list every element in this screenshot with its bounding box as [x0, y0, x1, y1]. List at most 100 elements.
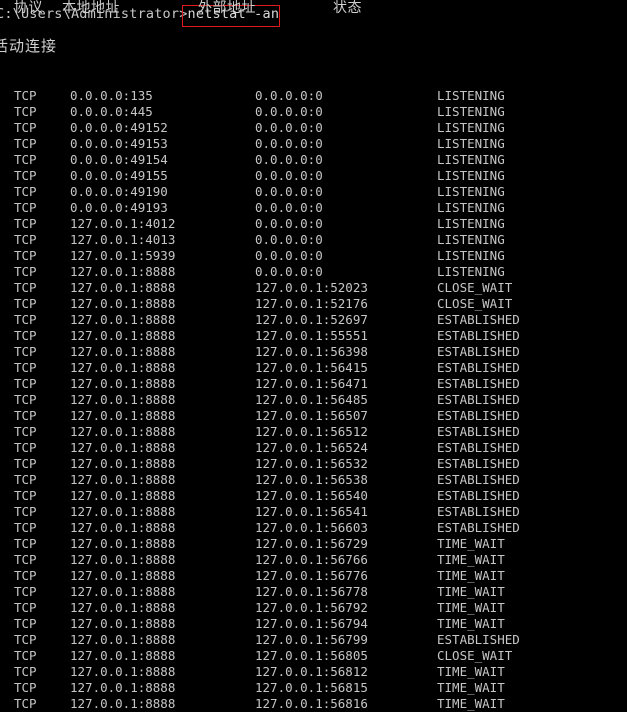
table-row: TCP 127.0.0.1:8888 127.0.0.1:56792 TIME_WAI… [0, 600, 627, 616]
table-row: TCP 127.0.0.1:8888 127.0.0.1:56541 ESTABLIS… [0, 504, 627, 520]
cell-state: TIME_WAIT [437, 552, 505, 567]
cell-state: ESTABLISHED [437, 392, 520, 407]
cell-foreign-address: 127.0.0.1:56603 [255, 520, 368, 535]
cell-protocol: TCP [14, 424, 37, 439]
table-row: TCP 127.0.0.1:8888 127.0.0.1:56524 ESTABLIS… [0, 440, 627, 456]
cell-protocol: TCP [14, 296, 37, 311]
cell-foreign-address: 127.0.0.1:56507 [255, 408, 368, 423]
cell-state: ESTABLISHED [437, 376, 520, 391]
cell-local-address: 127.0.0.1:8888 [70, 408, 176, 423]
cell-protocol: TCP [14, 216, 37, 231]
table-row: TCP 0.0.0.0:49155 0.0.0.0:0 LISTENING [0, 168, 627, 184]
cell-foreign-address: 127.0.0.1:52176 [255, 296, 368, 311]
table-row: TCP 127.0.0.1:5939 0.0.0.0:0 LISTENING [0, 248, 627, 264]
cell-protocol: TCP [14, 616, 37, 631]
cell-state: CLOSE_WAIT [437, 280, 513, 295]
table-row: TCP 127.0.0.1:8888 127.0.0.1:56540 ESTABLIS… [0, 488, 627, 504]
table-row: TCP 127.0.0.1:8888 127.0.0.1:56776 TIME_WAI… [0, 568, 627, 584]
cell-protocol: TCP [14, 456, 37, 471]
cell-local-address: 127.0.0.1:8888 [70, 520, 176, 535]
cell-local-address: 127.0.0.1:8888 [70, 360, 176, 375]
cell-state: ESTABLISHED [437, 488, 520, 503]
cell-local-address: 127.0.0.1:8888 [70, 456, 176, 471]
cell-foreign-address: 127.0.0.1:56538 [255, 472, 368, 487]
cell-state: ESTABLISHED [437, 360, 520, 375]
table-row: TCP 127.0.0.1:8888 127.0.0.1:56812 TIME_WAI… [0, 664, 627, 680]
cell-state: ESTABLISHED [437, 312, 520, 327]
table-row: TCP 127.0.0.1:8888 127.0.0.1:52176 CLOSE_WA… [0, 296, 627, 312]
cell-foreign-address: 127.0.0.1:56766 [255, 552, 368, 567]
cell-protocol: TCP [14, 232, 37, 247]
cell-protocol: TCP [14, 248, 37, 263]
active-connections-title: 活动连接 [0, 37, 58, 55]
cell-protocol: TCP [14, 152, 37, 167]
cell-foreign-address: 0.0.0.0:0 [255, 216, 323, 231]
table-row: TCP 127.0.0.1:8888 127.0.0.1:55551 ESTABLIS… [0, 328, 627, 344]
cell-local-address: 127.0.0.1:8888 [70, 504, 176, 519]
cell-protocol: TCP [14, 488, 37, 503]
cell-state: LISTENING [437, 136, 505, 151]
table-row: TCP 127.0.0.1:8888 127.0.0.1:56766 TIME_WAI… [0, 552, 627, 568]
command-prompt-console[interactable]: C:\Users\Administrator>netstat -an 活动连接 … [0, 0, 627, 711]
cell-local-address: 0.0.0.0:445 [70, 104, 153, 119]
cell-state: ESTABLISHED [437, 328, 520, 343]
table-row: TCP 127.0.0.1:8888 127.0.0.1:56485 ESTABLIS… [0, 392, 627, 408]
cell-protocol: TCP [14, 440, 37, 455]
table-row: TCP 127.0.0.1:8888 127.0.0.1:56538 ESTABLIS… [0, 472, 627, 488]
cell-state: ESTABLISHED [437, 632, 520, 647]
cell-foreign-address: 127.0.0.1:56812 [255, 664, 368, 679]
table-row: TCP 0.0.0.0:49152 0.0.0.0:0 LISTENING [0, 120, 627, 136]
cell-protocol: TCP [14, 648, 37, 663]
cell-protocol: TCP [14, 312, 37, 327]
cell-foreign-address: 127.0.0.1:56805 [255, 648, 368, 663]
cell-local-address: 127.0.0.1:8888 [70, 616, 176, 631]
cell-local-address: 127.0.0.1:8888 [70, 488, 176, 503]
cell-local-address: 127.0.0.1:8888 [70, 472, 176, 487]
cell-local-address: 127.0.0.1:8888 [70, 328, 176, 343]
table-row: TCP 0.0.0.0:49193 0.0.0.0:0 LISTENING [0, 200, 627, 216]
cell-foreign-address: 127.0.0.1:56540 [255, 488, 368, 503]
cell-local-address: 127.0.0.1:8888 [70, 392, 176, 407]
cell-foreign-address: 0.0.0.0:0 [255, 264, 323, 279]
table-row: TCP 127.0.0.1:8888 127.0.0.1:56816 TIME_WAI… [0, 696, 627, 712]
table-row: TCP 0.0.0.0:49153 0.0.0.0:0 LISTENING [0, 136, 627, 152]
cell-foreign-address: 127.0.0.1:56792 [255, 600, 368, 615]
cell-foreign-address: 127.0.0.1:56729 [255, 536, 368, 551]
cell-foreign-address: 127.0.0.1:56471 [255, 376, 368, 391]
table-row: TCP 0.0.0.0:445 0.0.0.0:0 LISTENING [0, 104, 627, 120]
cell-protocol: TCP [14, 88, 37, 103]
cell-state: LISTENING [437, 88, 505, 103]
cell-protocol: TCP [14, 376, 37, 391]
cell-state: LISTENING [437, 168, 505, 183]
cell-local-address: 0.0.0.0:135 [70, 88, 153, 103]
cell-foreign-address: 127.0.0.1:56776 [255, 568, 368, 583]
cell-state: ESTABLISHED [437, 456, 520, 471]
cell-state: CLOSE_WAIT [437, 296, 513, 311]
table-row: TCP 127.0.0.1:8888 127.0.0.1:56805 CLOSE_WA… [0, 648, 627, 664]
column-headers: 协议 本地地址 外部地址 状态 [0, 0, 627, 18]
cell-local-address: 127.0.0.1:8888 [70, 600, 176, 615]
cell-foreign-address: 0.0.0.0:0 [255, 152, 323, 167]
cell-protocol: TCP [14, 264, 37, 279]
cell-protocol: TCP [14, 568, 37, 583]
cell-protocol: TCP [14, 520, 37, 535]
table-row: TCP 127.0.0.1:8888 127.0.0.1:56532 ESTABLIS… [0, 456, 627, 472]
cell-protocol: TCP [14, 632, 37, 647]
cell-protocol: TCP [14, 552, 37, 567]
table-row: TCP 127.0.0.1:8888 127.0.0.1:56415 ESTABLIS… [0, 360, 627, 376]
cell-local-address: 127.0.0.1:8888 [70, 536, 176, 551]
cell-state: ESTABLISHED [437, 472, 520, 487]
cell-state: LISTENING [437, 200, 505, 215]
table-row: TCP 127.0.0.1:8888 127.0.0.1:56729 TIME_WAI… [0, 536, 627, 552]
table-row: TCP 127.0.0.1:8888 127.0.0.1:56471 ESTABLIS… [0, 376, 627, 392]
cell-state: TIME_WAIT [437, 584, 505, 599]
cell-local-address: 127.0.0.1:8888 [70, 296, 176, 311]
cell-protocol: TCP [14, 392, 37, 407]
table-row: TCP 0.0.0.0:49154 0.0.0.0:0 LISTENING [0, 152, 627, 168]
cell-foreign-address: 0.0.0.0:0 [255, 136, 323, 151]
cell-local-address: 0.0.0.0:49155 [70, 168, 168, 183]
cell-state: TIME_WAIT [437, 680, 505, 695]
cell-local-address: 127.0.0.1:8888 [70, 280, 176, 295]
cell-local-address: 127.0.0.1:8888 [70, 344, 176, 359]
cell-state: TIME_WAIT [437, 664, 505, 679]
